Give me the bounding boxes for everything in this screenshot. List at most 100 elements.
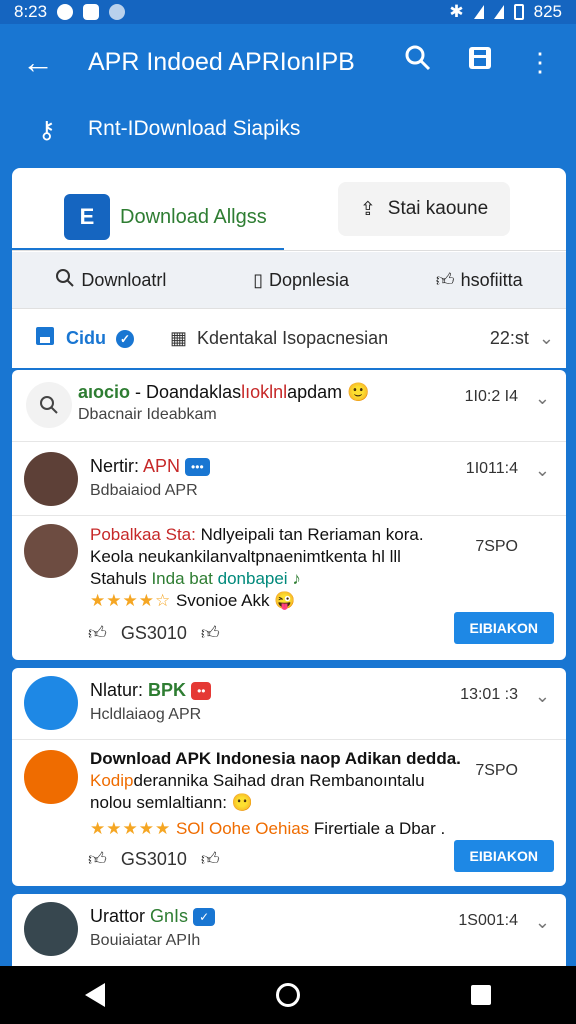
subtab-popular[interactable]: ▯ Dopnlesia [253,270,349,291]
list-item-time: 7SPO [475,538,518,555]
tab-download[interactable]: E Download Allgss [64,182,294,252]
list-item[interactable]: Nertir: APN ••• Bdbaiaiod APR 1I011:4 ⌄ [12,442,566,516]
list-item[interactable]: Download APK Indonesia naop Adikan dedda… [12,740,566,886]
thumbs-up-icon: 👍︎ [435,270,455,290]
more-vert-icon[interactable]: ⋮ [522,44,558,80]
emoji-icon: 🙂 [347,382,370,402]
subtab-download-label: Downloatrl [81,269,167,290]
chevron-down-icon[interactable]: ⌄ [535,912,550,933]
subtab-favorites[interactable]: 👍︎ hsofiitta [436,269,523,291]
list-item-time: 13:01 :3 [460,686,518,703]
search-icon [26,382,72,428]
filter-time: 22:st [489,328,529,348]
avatar [24,452,78,506]
search-icon [55,268,75,293]
list-item-title: aıocio - Doandaklaslıoklnlapdam 🙂 [78,382,370,402]
list-item-title: Nlatur: BPK •• [90,680,212,701]
message-body: Download APK Indonesia naop Adikan dedda… [90,749,461,838]
notification-icon [57,4,74,20]
emoji-icon: 😶 [231,793,253,812]
subtab-download[interactable]: Downloatrl [55,268,166,293]
app-notification-icon [83,4,100,20]
message-card: Nlatur: BPK •• Hcldlaiaog APR 13:01 :3 ⌄… [12,668,566,886]
save-icon[interactable] [462,44,498,81]
signal-icon [493,5,504,19]
chevron-down-icon[interactable]: ⌄ [535,388,550,409]
subtab-favorites-label: hsofiitta [460,269,523,290]
avatar [24,524,78,578]
reply-button[interactable]: EIBIAKON [453,840,554,872]
like-count: GS3010 [120,622,187,643]
battery-level: 825 [533,2,562,21]
reply-button[interactable]: EIBIAKON [453,612,554,644]
list-item-subtitle: Bouiaiatar APIh [90,932,201,949]
app-bar: ← APR Indoed APRIonIPB ⋮ ⚷ Rnt-IDownload… [0,24,576,174]
reaction-bar: 👍︎ GS3010 👍︎ [88,622,220,644]
grid-icon: ▦ [170,328,188,348]
list-item[interactable]: Urattor GnIs ✓ Bouiaiatar APIh 1S001:4 ⌄ [12,894,566,966]
message-card: Urattor GnIs ✓ Bouiaiatar APIh 1S001:4 ⌄ [12,894,566,966]
list-item-subtitle: Bdbaiaiod APR [90,482,198,499]
system-nav-bar [0,966,576,1024]
list-item-time: 7SPO [475,762,518,779]
app-subtitle: Rnt-IDownload Siapiks [88,117,301,140]
message-card: aıocio - Doandaklaslıoklnlapdam 🙂 Dbacna… [12,370,566,660]
list-item-subtitle: Dbacnair Ideabkam [78,406,217,423]
avatar [24,676,78,730]
nav-home-icon[interactable] [275,983,300,1007]
share-icon: ⇪ [359,198,376,220]
list-item-time: 1I011:4 [465,460,518,477]
status-bar: 8:23 ✱ 825 [0,0,576,24]
filter-collection[interactable]: ▦ Kdentakal Isopacnesian [170,328,490,349]
battery-icon [513,4,524,20]
chevron-down-icon[interactable]: ⌄ [535,686,550,707]
filter-category-label: Cidu [66,328,106,348]
verified-icon: ✓ [116,329,134,348]
app-logo-icon: E [64,194,110,240]
page-title: APR Indoed APRIonIPB [88,48,355,76]
thumbs-up-icon[interactable]: 👍︎ [88,622,107,644]
save-icon [34,325,56,352]
list-item-time: 1I0:2 I4 [464,388,518,405]
back-arrow-icon[interactable]: ← [22,46,54,78]
tab-secondary[interactable]: ⇪ Stai kaoune [338,182,510,236]
like-count: GS3010 [120,848,187,869]
list-item-time: 1S001:4 [458,912,518,929]
avatar [24,902,78,956]
status-time: 8:23 [14,2,48,21]
bluetooth-icon: ✱ [449,2,464,21]
list-item-title: Urattor GnIs ✓ [90,906,216,927]
rating-stars: ★★★★★ [90,819,172,838]
subtab-bar: Downloatrl ▯ Dopnlesia 👍︎ hsofiitta [12,252,566,308]
filter-collection-label: Kdentakal Isopacnesian [197,328,389,348]
tab-secondary-label: Stai kaoune [387,198,489,219]
subtab-popular-label: Dopnlesia [269,269,350,290]
thumbs-up-icon[interactable]: 👍︎ [201,622,220,644]
reaction-bar: 👍︎ GS3010 👍︎ [88,848,220,870]
list-item[interactable]: Pobalkaa Sta: Ndlyeipali tan Reriaman ko… [12,516,566,660]
nav-back-icon[interactable] [85,983,106,1007]
music-note-icon: ♪ [292,569,301,588]
divider [12,250,566,251]
emoji-icon: 😜 [274,591,296,610]
list-item-subtitle: Hcldlaiaog APR [90,706,202,723]
search-icon[interactable] [400,44,436,81]
list-item-title: Nertir: APN ••• [90,456,210,477]
thumbs-up-icon[interactable]: 👍︎ [201,848,220,870]
chat-badge-icon: ••• [185,458,210,477]
tabs-card: E Download Allgss ⇪ Stai kaoune Downloat… [12,168,566,308]
thumbs-up-icon[interactable]: 👍︎ [88,848,107,870]
tab-download-label: Download Allgss [120,205,267,228]
filter-row: Cidu ✓ ▦ Kdentakal Isopacnesian 22:st ⌄ [12,308,566,368]
chevron-down-icon[interactable]: ⌄ [539,328,554,349]
list-item[interactable]: Nlatur: BPK •• Hcldlaiaog APR 13:01 :3 ⌄ [12,668,566,740]
avatar [24,750,78,804]
list-item[interactable]: aıocio - Doandaklaslıoklnlapdam 🙂 Dbacna… [12,370,566,442]
chevron-down-icon[interactable]: ⌄ [535,460,550,481]
key-icon: ⚷ [38,117,56,144]
message-body: Pobalkaa Sta: Ndlyeipali tan Reriaman ko… [90,525,424,610]
shield-icon [109,4,126,20]
filter-category[interactable]: Cidu ✓ [34,325,134,352]
chat-badge-icon: ✓ [193,908,216,927]
nav-recents-icon[interactable] [470,985,491,1005]
